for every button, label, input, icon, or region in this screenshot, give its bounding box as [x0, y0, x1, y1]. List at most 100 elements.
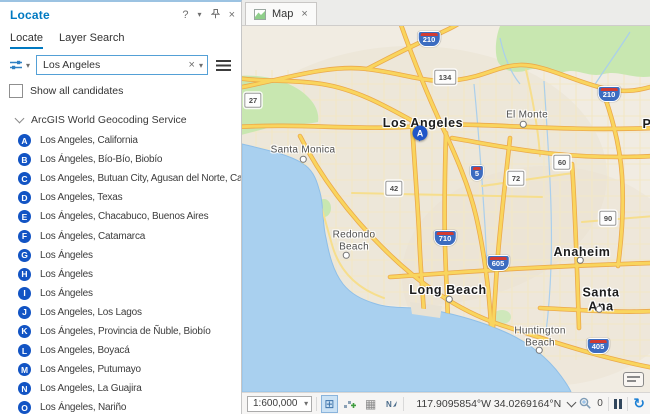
result-label: Los Ángeles, Chacabuco, Buenos Aires: [40, 211, 208, 222]
north-arrow-button[interactable]: N: [383, 395, 400, 413]
map-view: Map ×: [242, 0, 650, 414]
interstate-shield: 405: [587, 338, 610, 354]
result-letter-badge: G: [18, 249, 31, 262]
sliders-icon: [9, 59, 24, 71]
panel-menu-dropdown-icon[interactable]: ▾: [198, 11, 202, 19]
result-label: Los Angeles, Texas: [40, 192, 122, 203]
locate-result-row[interactable]: D Los Angeles, Texas: [0, 188, 241, 207]
geocoding-service-label: ArcGIS World Geocoding Service: [31, 114, 187, 126]
result-letter-badge: H: [18, 268, 31, 281]
search-dropdown-icon[interactable]: ▾: [199, 61, 203, 70]
menu-icon[interactable]: [216, 60, 231, 71]
result-letter-badge: A: [18, 134, 31, 147]
locate-toolbar: ▾ Los Angeles × ▾: [0, 49, 241, 79]
pause-drawing-button[interactable]: [614, 399, 623, 409]
scale-value: 1:600,000: [253, 398, 304, 409]
interstate-shield: 210: [418, 31, 441, 47]
grid-button[interactable]: ▦: [362, 395, 379, 413]
panel-tabs: Locate Layer Search: [0, 26, 241, 49]
pin-icon[interactable]: [211, 9, 220, 22]
locate-results-list: A Los Angeles, California B Los Ángeles,…: [0, 129, 241, 417]
result-label: Los Ángeles, Catamarca: [40, 231, 145, 242]
grid-icon: ▦: [365, 397, 376, 411]
locate-result-row[interactable]: K Los Ángeles, Provincia de Ñuble, Biobí…: [0, 322, 241, 341]
result-label: Los Ángeles, Bío-Bío, Biobío: [40, 154, 162, 165]
locate-result-row[interactable]: O Los Ángeles, Nariño: [0, 398, 241, 417]
result-label: Los Angeles, Boyacá: [40, 345, 130, 356]
close-icon[interactable]: ×: [229, 10, 235, 21]
clear-search-icon[interactable]: ×: [189, 59, 195, 71]
result-letter-badge: J: [18, 306, 31, 319]
tab-locate[interactable]: Locate: [10, 32, 43, 49]
result-letter-badge: C: [18, 172, 31, 185]
search-value: Los Angeles: [43, 59, 185, 71]
result-letter-badge: I: [18, 287, 31, 300]
search-input[interactable]: Los Angeles × ▾: [36, 55, 208, 75]
locate-panel: Locate ? ▾ × Locate Layer Search ▾ Los A…: [0, 0, 242, 414]
result-label: Los Ángeles, Nariño: [40, 402, 126, 413]
map-canvas[interactable]: Los AngelesEl MonteSanta MonicaRedondo B…: [242, 26, 650, 392]
result-letter-badge: B: [18, 153, 31, 166]
located-place-pin[interactable]: A: [413, 126, 428, 141]
route-shield: 134: [434, 70, 456, 85]
result-label: Los Ángeles, Provincia de Ñuble, Biobío: [40, 326, 211, 337]
interstate-shield: 210: [598, 86, 621, 102]
route-shield: 27: [244, 93, 261, 108]
locate-result-row[interactable]: J Los Angeles, Los Lagos: [0, 303, 241, 322]
map-tab-close-icon[interactable]: ×: [301, 8, 307, 20]
locate-result-row[interactable]: N Los Angeles, La Guajira: [0, 379, 241, 398]
refresh-icon[interactable]: ↻: [633, 397, 645, 411]
show-all-candidates-checkbox[interactable]: [9, 84, 23, 98]
pin-letter: A: [417, 128, 424, 138]
result-letter-badge: F: [18, 230, 31, 243]
result-label: Los Ángeles: [40, 250, 93, 261]
coordinates-dropdown-icon[interactable]: [567, 397, 577, 407]
floating-toolbar-toggle-icon[interactable]: [623, 372, 644, 387]
coordinates-value: 117.9095854°W 34.0269164°N: [416, 398, 561, 410]
collapse-chevron-icon[interactable]: [15, 114, 25, 124]
result-label: Los Ángeles: [40, 288, 93, 299]
locate-result-row[interactable]: I Los Ángeles: [0, 284, 241, 303]
separator: [627, 397, 628, 411]
search-options-button[interactable]: ▾: [6, 56, 33, 74]
map-city-dot: [343, 252, 350, 259]
locate-result-row[interactable]: F Los Ángeles, Catamarca: [0, 226, 241, 245]
locate-result-row[interactable]: A Los Angeles, California: [0, 131, 241, 150]
map-tab-bar: Map ×: [242, 0, 650, 26]
coordinates-display[interactable]: 117.9095854°W 34.0269164°N: [416, 398, 575, 410]
svg-text:N: N: [386, 400, 392, 409]
result-letter-badge: O: [18, 401, 31, 414]
separator: [316, 397, 317, 411]
locate-panel-header: Locate ? ▾ ×: [0, 2, 241, 26]
result-label: Los Angeles, Los Lagos: [40, 307, 142, 318]
selection-count: 0: [597, 398, 603, 409]
scale-combobox[interactable]: 1:600,000 ▾: [247, 396, 312, 412]
snapping-button[interactable]: [342, 395, 359, 413]
tab-layer-search[interactable]: Layer Search: [59, 32, 124, 49]
help-icon[interactable]: ?: [182, 10, 188, 21]
result-letter-badge: N: [18, 382, 31, 395]
locate-result-row[interactable]: M Los Angeles, Putumayo: [0, 360, 241, 379]
show-all-candidates-row: Show all candidates: [0, 79, 241, 105]
geocoding-service-section[interactable]: ArcGIS World Geocoding Service: [0, 105, 241, 129]
map-city-dot: [596, 306, 603, 313]
north-arrow-icon: N: [385, 398, 398, 410]
map-city-dot: [446, 296, 453, 303]
locate-result-row[interactable]: G Los Ángeles: [0, 246, 241, 265]
result-letter-badge: E: [18, 210, 31, 223]
explore-tool-button[interactable]: ⊞: [321, 395, 338, 413]
map-tab[interactable]: Map ×: [245, 2, 317, 25]
chevron-down-icon: ▾: [26, 61, 30, 70]
locate-result-row[interactable]: B Los Ángeles, Bío-Bío, Biobío: [0, 150, 241, 169]
locate-result-row[interactable]: L Los Angeles, Boyacá: [0, 341, 241, 360]
locate-result-row[interactable]: H Los Ángeles: [0, 265, 241, 284]
result-label: Los Angeles, Butuan City, Agusan del Nor…: [40, 173, 241, 184]
result-label: Los Ángeles: [40, 269, 93, 280]
result-letter-badge: M: [18, 363, 31, 376]
snapping-icon: [343, 398, 357, 410]
result-label: Los Angeles, California: [40, 135, 138, 146]
locate-result-row[interactable]: E Los Ángeles, Chacabuco, Buenos Aires: [0, 207, 241, 226]
separator: [403, 397, 404, 411]
interstate-shield: 605: [487, 255, 510, 271]
locate-result-row[interactable]: C Los Angeles, Butuan City, Agusan del N…: [0, 169, 241, 188]
